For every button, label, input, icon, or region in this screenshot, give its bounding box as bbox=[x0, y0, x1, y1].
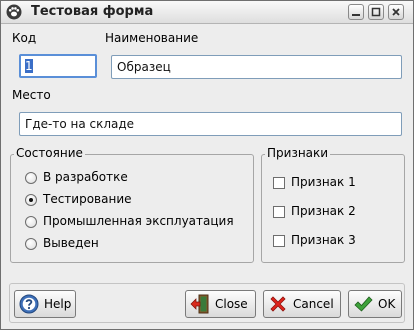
red-x-icon bbox=[268, 294, 288, 314]
green-check-icon bbox=[353, 294, 373, 314]
radio-label: В разработке bbox=[43, 170, 128, 184]
checkbox[interactable] bbox=[273, 177, 285, 189]
radio-button[interactable] bbox=[25, 238, 37, 250]
checkbox[interactable] bbox=[273, 206, 285, 218]
radio-button[interactable] bbox=[25, 172, 37, 184]
close-button-label: Close bbox=[215, 297, 248, 311]
cancel-button-label: Cancel bbox=[293, 297, 334, 311]
help-button-label: Help bbox=[44, 297, 72, 311]
close-button[interactable]: Close bbox=[185, 290, 256, 318]
door-exit-icon bbox=[190, 294, 210, 314]
checkbox-label: Признак 1 bbox=[291, 175, 356, 189]
state-group-title: Состояние bbox=[14, 146, 85, 160]
help-button[interactable]: Help bbox=[14, 290, 76, 318]
name-label: Наименование bbox=[105, 31, 199, 45]
radio-button[interactable] bbox=[25, 216, 37, 228]
ok-button-label: OK bbox=[378, 297, 396, 311]
checkbox-label: Признак 2 bbox=[291, 204, 356, 218]
checkbox-label: Признак 3 bbox=[291, 233, 356, 247]
code-label: Код bbox=[12, 31, 37, 45]
close-window-button[interactable] bbox=[388, 4, 404, 20]
radio-button[interactable] bbox=[25, 194, 37, 206]
code-value: 1 bbox=[25, 59, 33, 73]
title-bar[interactable]: Тестовая форма bbox=[1, 1, 413, 24]
ok-button[interactable]: OK bbox=[348, 290, 402, 318]
minimize-button[interactable] bbox=[348, 4, 364, 20]
dialog-window: Тестовая форма Код 1 Наименование Образе… bbox=[0, 0, 414, 330]
code-field[interactable]: 1 bbox=[19, 54, 97, 78]
maximize-icon bbox=[371, 7, 381, 17]
radio-label: Тестирование bbox=[43, 192, 132, 206]
cancel-button[interactable]: Cancel bbox=[263, 290, 341, 318]
radio-label: Промышленная эксплуатация bbox=[43, 214, 234, 228]
close-icon bbox=[392, 8, 400, 16]
radio-label: Выведен bbox=[43, 236, 99, 250]
maximize-button[interactable] bbox=[368, 4, 384, 20]
minimize-icon bbox=[352, 14, 360, 16]
place-field[interactable]: Где-то на складе bbox=[19, 112, 402, 136]
radio-selected-dot bbox=[29, 198, 33, 202]
name-field[interactable]: Образец bbox=[111, 55, 402, 79]
window-title: Тестовая форма bbox=[31, 4, 154, 19]
place-label: Место bbox=[12, 88, 51, 102]
help-icon bbox=[19, 294, 39, 314]
checkbox[interactable] bbox=[273, 235, 285, 247]
features-group-title: Признаки bbox=[265, 146, 331, 160]
paw-icon[interactable] bbox=[6, 4, 22, 20]
